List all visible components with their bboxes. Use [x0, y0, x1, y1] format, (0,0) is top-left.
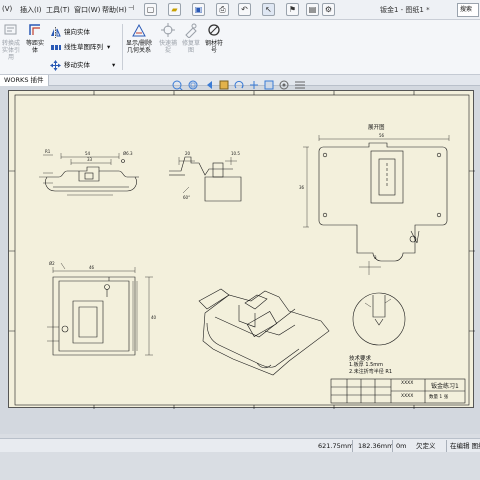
offset-entities-icon [29, 24, 40, 35]
menu-window[interactable]: 窗口(W) [74, 5, 100, 15]
convert-entities-label: 转换成实体引用 [1, 40, 20, 61]
status-z-coordinate: 0m [396, 442, 407, 450]
offset-entities-button[interactable]: 等距实体 [24, 22, 46, 54]
linear-pattern-icon [51, 44, 61, 50]
view-settings-icon[interactable] [295, 81, 305, 89]
quick-snaps-icon [161, 23, 175, 37]
options-gear-icon[interactable]: ⚙ [322, 3, 335, 16]
linear-pattern-button[interactable]: 线性草图阵列 ▾ [50, 41, 110, 53]
flat-pattern-view [303, 135, 450, 275]
title-block-company: XXXX [401, 381, 414, 386]
dropdown-arrow-icon[interactable]: ▾ [112, 61, 115, 69]
print-icon[interactable]: ⎙ [216, 3, 229, 16]
top-view [47, 262, 153, 356]
isometric-view [198, 288, 330, 376]
section-label: 展开图 [368, 125, 385, 131]
svg-text:46: 46 [89, 265, 95, 270]
status-sketch-state: 欠定义 [416, 442, 436, 450]
rotate-view-icon[interactable] [234, 80, 244, 89]
pin-icon[interactable]: ⊣ [128, 4, 134, 12]
side-view [169, 156, 242, 202]
previous-view-icon[interactable] [207, 81, 212, 89]
display-relations-label: 显示/删除几何关系 [125, 40, 153, 54]
status-bar: 621.75mm 182.36mm 0m 欠定义 在编辑 图纸1 [0, 438, 480, 452]
repair-sketch-button[interactable]: 修复草图 [180, 22, 202, 54]
drawing-sheet[interactable]: 54 33 R1 Ø6.3 20 10.5 60° 56 36 3 46 40 Ø2 展开图 技术… [8, 90, 475, 409]
quick-snaps-label: 快速捕捉 [158, 40, 177, 54]
ribbon-separator [122, 24, 123, 70]
mirror-icon [51, 26, 61, 38]
sheet-border [14, 94, 470, 406]
svg-text:36: 36 [299, 185, 305, 190]
convert-entities-button[interactable]: 转换成实体引用 [0, 22, 22, 61]
svg-text:Ø2: Ø2 [49, 261, 55, 266]
pan-icon[interactable] [250, 81, 258, 89]
mirror-entities-label: 镜向实体 [64, 28, 90, 36]
linear-pattern-label: 线性草图阵列 [64, 43, 103, 51]
dropdown-arrow-icon[interactable]: ▾ [107, 43, 110, 51]
window-bottom-margin [0, 452, 480, 480]
steel-symbol-icon [208, 24, 220, 36]
repair-sketch-label: 修复草图 [181, 40, 200, 54]
move-icon [50, 59, 61, 71]
section-view-icon[interactable] [219, 80, 229, 90]
note-line-2: 2.未注折弯半径 R1 [349, 369, 393, 375]
svg-text:60°: 60° [183, 195, 190, 200]
detail-view [352, 292, 406, 346]
drawing-views: 5433R1 Ø6.3 20 10.560° 56363 4640Ø2 [9, 91, 475, 409]
menu-help[interactable]: 帮助(H) [102, 5, 127, 15]
move-entities-label: 移动实体 [64, 61, 90, 69]
undo-icon[interactable]: ↶ [238, 3, 251, 16]
relations-icon [132, 23, 146, 37]
mirror-entities-button[interactable]: 镜向实体 [50, 26, 90, 38]
menu-insert[interactable]: 插入(I) [20, 5, 42, 15]
solidworks-window: (V) 插入(I) 工具(T) 窗口(W) 帮助(H) ⊣ ▢ ▰ ▣ ⎙ ↶ … [0, 0, 480, 480]
convert-entities-icon [4, 24, 17, 35]
status-divider [446, 440, 447, 452]
display-style-icon[interactable] [264, 80, 274, 90]
status-divider [392, 440, 393, 452]
title-block-part-name: 钣金练习1 [431, 383, 459, 390]
document-title: 钣金1 - 图纸1 * [380, 6, 430, 14]
status-edit-mode: 在编辑 图纸1 [450, 442, 480, 450]
tab-solidworks-addins[interactable]: WORKS 插件 [0, 75, 49, 86]
svg-text:10.5: 10.5 [231, 151, 240, 156]
menu-tools[interactable]: 工具(T) [46, 5, 70, 15]
sketch-ribbon: 转换成实体引用 等距实体 镜向实体 线性草图阵列 ▾ 移动实体 ▾ 显示/删除几何关… [0, 20, 480, 75]
hide-show-items-icon[interactable] [279, 80, 289, 90]
menu-bar: (V) 插入(I) 工具(T) 窗口(W) 帮助(H) ⊣ ▢ ▰ ▣ ⎙ ↶ … [0, 0, 480, 20]
zoom-area-icon[interactable] [188, 80, 198, 90]
dimension-numbers: 5433R1 Ø6.3 20 10.560° 56363 4640Ø2 [45, 133, 385, 320]
svg-text:56: 56 [379, 133, 385, 138]
menu-view[interactable]: (V) [2, 5, 12, 13]
help-search-input[interactable]: 搜索 [457, 3, 479, 17]
save-icon[interactable]: ▣ [192, 3, 205, 16]
status-divider [352, 440, 353, 452]
move-entities-button[interactable]: 移动实体 ▾ [50, 59, 115, 71]
display-relations-button[interactable]: 显示/删除几何关系 [124, 22, 154, 54]
new-document-icon[interactable]: ▢ [144, 3, 157, 16]
rebuild-icon[interactable]: ⚑ [286, 3, 299, 16]
title-block-scale-note: 数量 1 张 [429, 395, 449, 400]
note-line-1: 1.板厚 1.5mm [349, 362, 384, 368]
status-y-coordinate: 182.36mm [358, 442, 394, 450]
svg-text:R1: R1 [45, 149, 51, 154]
repair-sketch-icon [185, 23, 197, 38]
quick-snaps-button[interactable]: 快速捕捉 [157, 22, 179, 54]
svg-text:Ø6.3: Ø6.3 [123, 151, 133, 156]
steel-symbol-button[interactable]: 钢材符号 [203, 22, 225, 54]
status-x-coordinate: 621.75mm [318, 442, 354, 450]
open-folder-icon[interactable]: ▰ [168, 3, 181, 16]
offset-entities-label: 等距实体 [25, 40, 44, 54]
steel-symbol-label: 钢材符号 [204, 40, 223, 54]
svg-text:54: 54 [85, 151, 91, 156]
select-pointer-icon[interactable]: ↖ [262, 3, 275, 16]
title-block-material: XXXX [401, 394, 414, 399]
svg-text:40: 40 [151, 315, 157, 320]
file-properties-icon[interactable]: ▤ [306, 3, 319, 16]
svg-text:20: 20 [185, 151, 191, 156]
svg-text:33: 33 [87, 157, 93, 162]
zone-ticks [9, 91, 475, 409]
